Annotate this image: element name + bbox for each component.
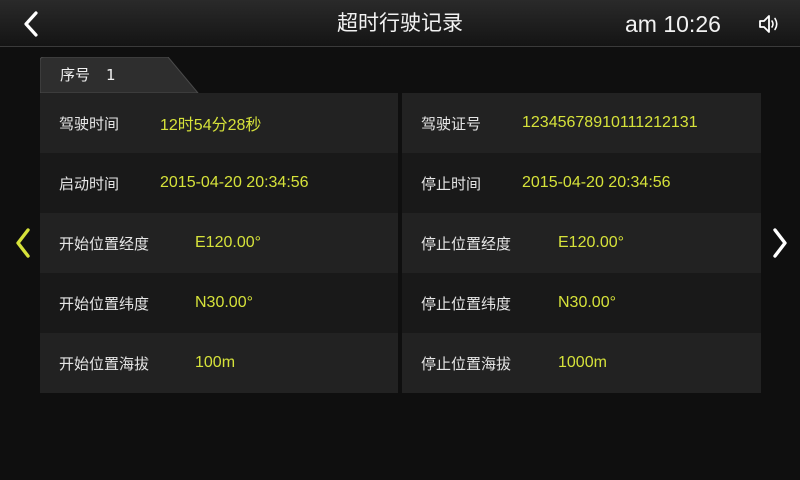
start-time-cell: 启动时间 2015-04-20 20:34:56 [40, 153, 398, 213]
driving-time-cell: 驾驶时间 12时54分28秒 [40, 93, 398, 153]
speaker-icon [759, 15, 778, 33]
license-number-label: 驾驶证号 [421, 114, 482, 133]
start-altitude-cell: 开始位置海拔 100m [40, 333, 398, 393]
stop-longitude-value: E120.00° [558, 234, 625, 251]
volume-button[interactable] [754, 11, 784, 37]
driving-time-label: 驾驶时间 [59, 114, 120, 133]
stop-longitude-label: 停止位置经度 [421, 234, 512, 253]
start-latitude-cell: 开始位置纬度 N30.00° [40, 273, 398, 333]
table-row: 驾驶时间 12时54分28秒 驾驶证号 12345678910111212131 [40, 93, 761, 153]
start-longitude-value: E120.00° [195, 234, 262, 251]
start-altitude-value: 100m [195, 354, 236, 371]
stop-time-label: 停止时间 [421, 174, 482, 193]
record-detail-table: 驾驶时间 12时54分28秒 驾驶证号 12345678910111212131… [40, 93, 761, 394]
start-time-label: 启动时间 [59, 174, 120, 193]
start-time-value: 2015-04-20 20:34:56 [160, 174, 309, 191]
previous-record-button[interactable] [10, 225, 36, 261]
stop-altitude-value: 1000m [558, 354, 607, 371]
start-longitude-cell: 开始位置经度 E120.00° [40, 213, 398, 273]
stop-latitude-cell: 停止位置纬度 N30.00° [402, 273, 761, 333]
license-number-cell: 驾驶证号 12345678910111212131 [402, 93, 761, 153]
stop-altitude-label: 停止位置海拔 [421, 354, 512, 373]
stop-time-cell: 停止时间 2015-04-20 20:34:56 [402, 153, 761, 213]
driving-time-value: 12时54分28秒 [160, 117, 262, 134]
license-number-value: 12345678910111212131 [522, 114, 698, 131]
table-row: 启动时间 2015-04-20 20:34:56 停止时间 2015-04-20… [40, 153, 761, 213]
next-chevron-icon [773, 228, 787, 258]
start-latitude-label: 开始位置纬度 [59, 294, 150, 313]
table-row: 开始位置经度 E120.00° 停止位置经度 E120.00° [40, 213, 761, 273]
title-bar: 超时行驶记录 am 10:26 [0, 0, 800, 47]
table-row: 开始位置海拔 100m 停止位置海拔 1000m [40, 333, 761, 393]
table-row: 开始位置纬度 N30.00° 停止位置纬度 N30.00° [40, 273, 761, 333]
prev-chevron-icon [16, 228, 30, 258]
start-longitude-label: 开始位置经度 [59, 234, 150, 253]
clock: am 10:26 [625, 11, 721, 37]
stop-longitude-cell: 停止位置经度 E120.00° [402, 213, 761, 273]
start-altitude-label: 开始位置海拔 [59, 354, 150, 373]
stop-time-value: 2015-04-20 20:34:56 [522, 174, 671, 191]
stop-latitude-label: 停止位置纬度 [421, 294, 512, 313]
index-value: 1 [106, 66, 116, 84]
next-record-button[interactable] [767, 225, 793, 261]
stop-latitude-value: N30.00° [558, 294, 616, 311]
start-latitude-value: N30.00° [195, 294, 253, 311]
stop-altitude-cell: 停止位置海拔 1000m [402, 333, 761, 393]
index-label: 序号 [60, 66, 91, 84]
